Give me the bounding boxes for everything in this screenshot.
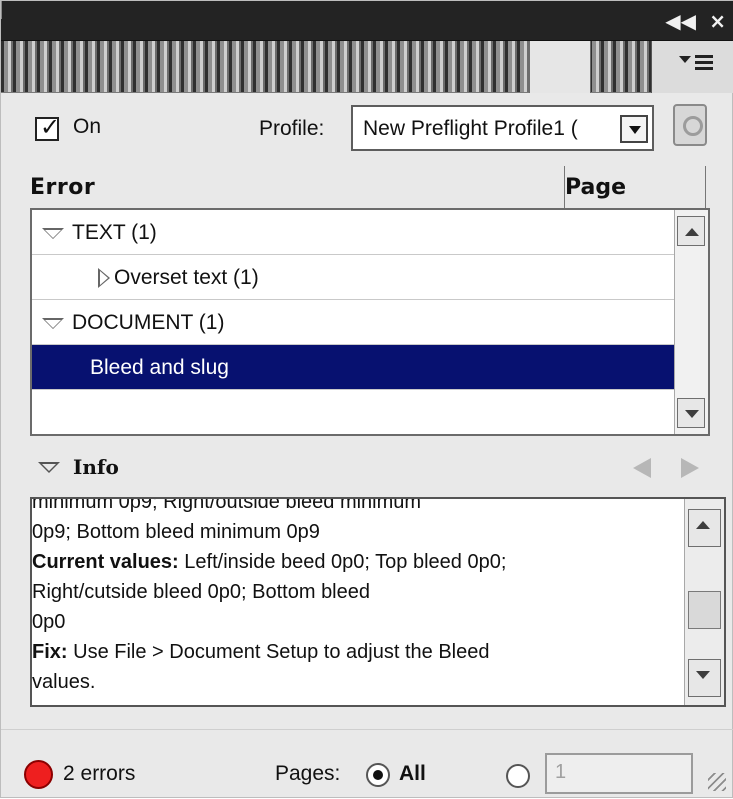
- pages-all-label: All: [399, 762, 426, 785]
- expanded-triangle-icon[interactable]: [42, 318, 64, 329]
- list-item-label: Overset text (1): [114, 266, 259, 289]
- error-table-header: Error Page: [30, 166, 710, 208]
- column-divider[interactable]: [705, 166, 706, 208]
- checkmark-icon: ✓: [40, 113, 61, 141]
- panel-title-bar: ◀◀ ×: [1, 1, 733, 41]
- next-arrow-icon[interactable]: [681, 458, 699, 478]
- collapsed-triangle-icon[interactable]: [98, 268, 110, 288]
- pages-label: Pages:: [275, 762, 341, 785]
- pages-range-radio[interactable]: [506, 764, 530, 788]
- pages-all-radio[interactable]: [366, 763, 390, 787]
- error-list: TEXT (1) Overset text (1) DOCUMENT (1) B…: [30, 208, 710, 436]
- profile-settings-icon[interactable]: [673, 104, 707, 146]
- info-line: 0p0: [32, 611, 66, 633]
- profile-label: Profile:: [259, 117, 325, 140]
- list-item-label: DOCUMENT (1): [72, 311, 225, 334]
- error-list-scrollbar[interactable]: [674, 210, 708, 434]
- error-column-header[interactable]: Error: [30, 175, 95, 200]
- panel-menu-icon[interactable]: [679, 51, 719, 77]
- list-item-label: Bleed and slug: [90, 356, 229, 379]
- empty-list-row: [32, 390, 676, 434]
- current-values-text: Left/inside beed 0p0; Top bleed 0p0;: [178, 551, 507, 573]
- previous-arrow-icon[interactable]: [633, 458, 651, 478]
- info-line: Current values: Left/inside beed 0p0; To…: [32, 547, 682, 577]
- list-item[interactable]: TEXT (1): [32, 210, 676, 255]
- current-values-label: Current values:: [32, 551, 179, 573]
- menu-lines-icon: [695, 55, 713, 73]
- resize-grip-icon[interactable]: [708, 773, 726, 791]
- info-scrollbar[interactable]: [684, 499, 724, 705]
- expanded-triangle-icon[interactable]: [42, 228, 64, 239]
- fix-text: Use File > Document Setup to adjust the …: [67, 641, 490, 663]
- chevron-down-icon[interactable]: [620, 115, 648, 143]
- on-checkbox[interactable]: ✓: [35, 113, 61, 141]
- status-error-count: 2 errors: [63, 762, 136, 785]
- info-section-title: Info: [73, 455, 119, 479]
- scroll-down-icon[interactable]: [688, 659, 721, 697]
- info-line: 0p9; Bottom bleed minimum 0p9: [32, 521, 320, 543]
- titlebar-separator: [1, 1, 2, 19]
- info-text-box[interactable]: minimum 0p9; Right/outside bleed minimum…: [30, 497, 726, 707]
- info-line: Fix: Use File > Document Setup to adjust…: [32, 637, 682, 667]
- selected-list-item[interactable]: Bleed and slug: [32, 345, 676, 390]
- scroll-up-icon[interactable]: [688, 509, 721, 547]
- status-bar: 2 errors Pages: All 1: [1, 729, 733, 799]
- info-line: minimum 0p9; Right/outside bleed minimum: [32, 497, 422, 513]
- profile-select[interactable]: New Preflight Profile1 (: [351, 105, 654, 151]
- info-expand-triangle-icon[interactable]: [38, 462, 60, 473]
- list-item-label: TEXT (1): [72, 221, 157, 244]
- close-icon[interactable]: ×: [709, 9, 726, 33]
- scroll-thumb[interactable]: [688, 591, 721, 629]
- scroll-down-icon[interactable]: [677, 398, 705, 428]
- chevron-down-icon: [679, 56, 691, 63]
- list-item[interactable]: DOCUMENT (1): [32, 300, 676, 345]
- on-label: On: [73, 115, 102, 138]
- panel-tab-strip[interactable]: [1, 41, 733, 93]
- double-chevron-left-icon[interactable]: ◀◀: [665, 9, 696, 33]
- info-content: minimum 0p9; Right/outside bleed minimum…: [32, 497, 682, 697]
- info-line: Right/cutside bleed 0p0; Bottom bleed: [32, 581, 370, 603]
- status-error-icon: [24, 760, 53, 789]
- fix-label: Fix:: [32, 641, 68, 663]
- list-item[interactable]: Overset text (1): [32, 255, 676, 300]
- page-column-header[interactable]: Page: [565, 175, 626, 200]
- info-line: values.: [32, 671, 96, 693]
- scroll-up-icon[interactable]: [677, 216, 705, 246]
- pages-range-input[interactable]: 1: [545, 753, 693, 794]
- profile-select-value: New Preflight Profile1 (: [363, 117, 578, 140]
- preflight-panel: ◀◀ × ✓ On Profile: New Preflight Profile…: [0, 0, 733, 798]
- tab-preflight[interactable]: [529, 41, 591, 93]
